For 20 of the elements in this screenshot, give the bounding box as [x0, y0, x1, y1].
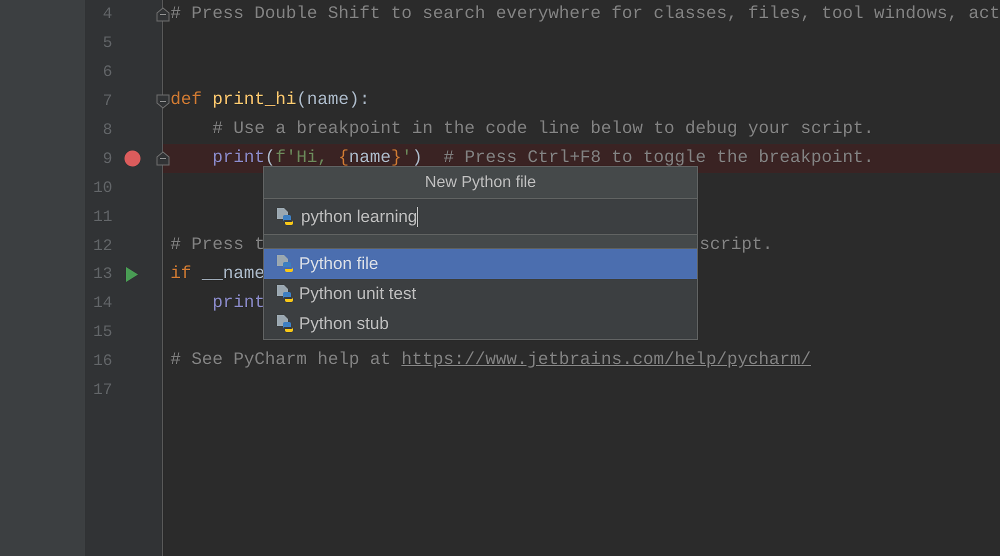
run-icon[interactable]: [126, 266, 138, 282]
fold-icon[interactable]: [156, 94, 170, 109]
code-line: print(f'Hi, {name}') # Press Ctrl+F8 to toggle the breakpoint.: [211, 150, 874, 168]
python-file-icon: [276, 314, 294, 334]
python-file-icon: [276, 206, 294, 226]
code-line: # Press t: [170, 236, 265, 254]
python-file-icon: [276, 284, 294, 304]
help-link[interactable]: https://www.jetbrains.com/help/pycharm/: [401, 352, 811, 370]
code-line: script.: [699, 236, 773, 254]
code-line: print: [211, 294, 265, 312]
code-line: # Press Double Shift to search everywhere for classes, files, tool windows, act: [170, 6, 1000, 24]
python-file-icon: [276, 254, 294, 274]
code-line: # Use a breakpoint in the code line below to debug your script.: [211, 121, 874, 139]
dialog-title: New Python file: [424, 172, 536, 192]
file-type-item[interactable]: Python file: [264, 249, 697, 279]
code-comment: # See PyCharm help at: [170, 352, 392, 370]
code-line: def print_hi(name):: [170, 92, 370, 110]
code-line: if __name: [170, 266, 265, 284]
breakpoint-icon[interactable]: [124, 150, 141, 168]
fold-icon[interactable]: [156, 7, 170, 22]
